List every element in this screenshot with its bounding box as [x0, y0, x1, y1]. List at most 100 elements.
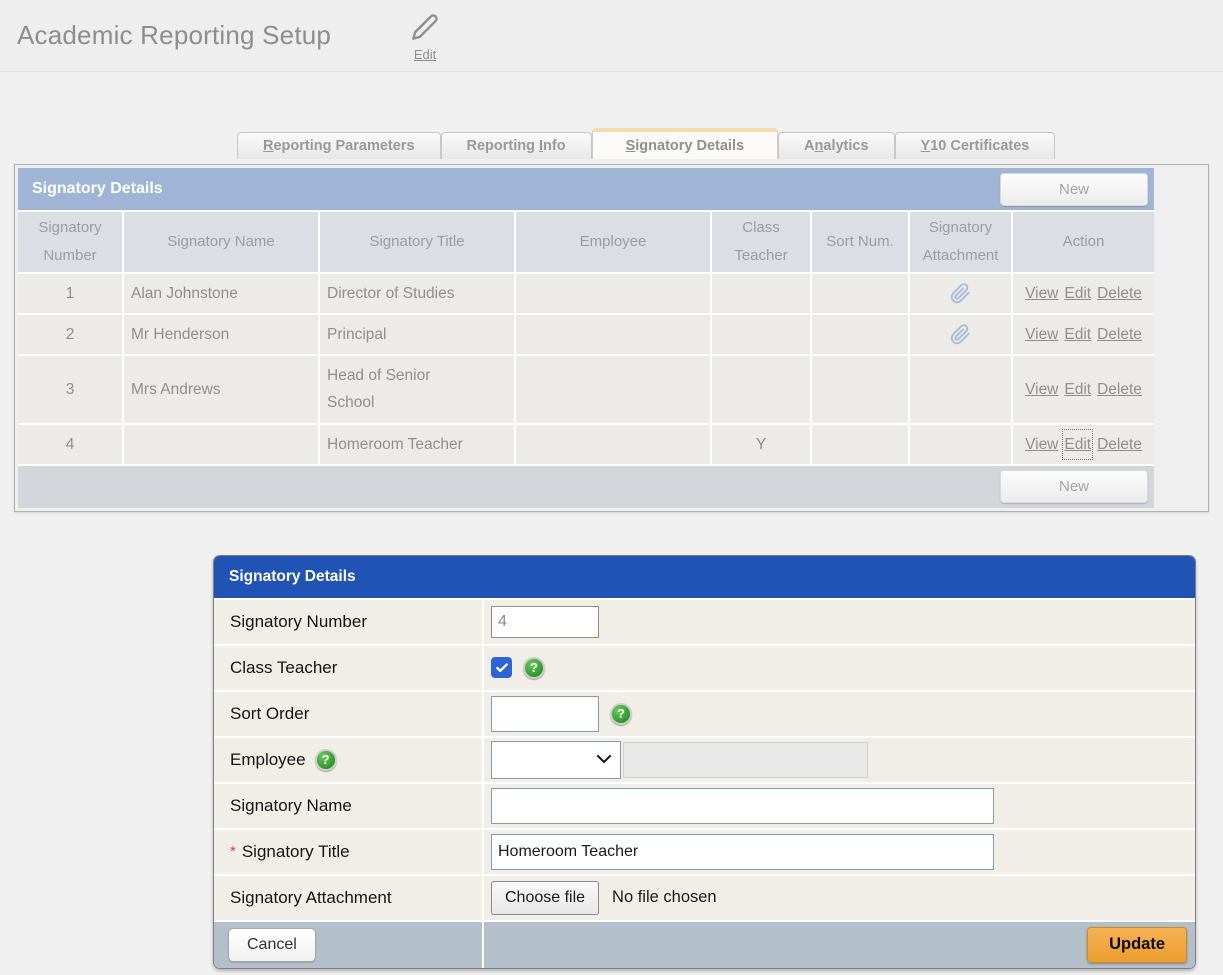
form-row-class-teacher: Class Teacher ? [214, 646, 1195, 690]
view-link[interactable]: View [1025, 431, 1058, 458]
new-button-top[interactable]: New [1000, 173, 1148, 206]
tab-reporting-parameters[interactable]: Reporting Parameters [237, 132, 441, 159]
field-label: Class Teacher [214, 646, 482, 690]
tab-bar: Reporting Parameters Reporting Info Sign… [237, 127, 1223, 159]
col-header-signatory-number: Signatory Number [18, 212, 122, 272]
col-header-signatory-name: Signatory Name [124, 212, 318, 272]
cell-signatory-title: Homeroom Teacher [320, 425, 514, 464]
signatory-details-panel: Signatory Details New Signatory Number S… [14, 164, 1209, 512]
cell-employee [516, 274, 710, 313]
cell-attachment [910, 425, 1011, 464]
view-link[interactable]: View [1025, 376, 1058, 403]
cell-actions: View Edit Delete [1013, 356, 1154, 422]
field-label: * Signatory Title [214, 830, 482, 874]
cell-signatory-number: 2 [18, 315, 122, 354]
view-link[interactable]: View [1025, 321, 1058, 348]
page-header: Academic Reporting Setup Edit [0, 0, 1223, 72]
cell-employee [516, 315, 710, 354]
help-icon[interactable]: ? [315, 749, 337, 771]
delete-link[interactable]: Delete [1097, 376, 1142, 403]
edit-link[interactable]: Edit [1064, 280, 1091, 307]
signatory-number-input[interactable] [491, 606, 599, 638]
chevron-down-icon [597, 755, 611, 764]
edit-link-focused[interactable]: Edit [1064, 431, 1091, 458]
field-label: Signatory Number [214, 600, 482, 644]
help-icon[interactable]: ? [610, 703, 632, 725]
cell-signatory-title: Director of Studies [320, 274, 514, 313]
form-footer: Cancel Update [214, 922, 1195, 968]
cancel-button[interactable]: Cancel [228, 928, 316, 962]
delete-link[interactable]: Delete [1097, 280, 1142, 307]
cell-signatory-name: Alan Johnstone [124, 274, 318, 313]
cell-employee [516, 425, 710, 464]
cell-signatory-name: Mrs Andrews [124, 356, 318, 422]
signatory-table: Signatory Number Signatory Name Signator… [18, 212, 1154, 464]
cell-signatory-name: Mr Henderson [124, 315, 318, 354]
cell-attachment [910, 274, 1011, 313]
field-label: Sort Order [214, 692, 482, 736]
update-button[interactable]: Update [1087, 927, 1187, 963]
cell-class-teacher [712, 315, 810, 354]
sort-order-input[interactable] [491, 696, 599, 732]
cell-employee [516, 356, 710, 422]
tab-y10-certificates[interactable]: Y10 Certificates [895, 132, 1056, 159]
edit-link[interactable]: Edit [1064, 376, 1091, 403]
cell-signatory-number: 1 [18, 274, 122, 313]
signatory-title-input[interactable] [491, 834, 994, 870]
cell-signatory-name [124, 425, 318, 464]
cell-attachment [910, 315, 1011, 354]
field-label: Signatory Name [214, 784, 482, 828]
col-header-class-teacher: Class Teacher [712, 212, 810, 272]
tab-reporting-info[interactable]: Reporting Info [441, 132, 592, 159]
cell-signatory-number: 4 [18, 425, 122, 464]
form-row-sort-order: Sort Order ? [214, 692, 1195, 736]
class-teacher-checkbox[interactable] [491, 657, 512, 678]
form-row-signatory-name: Signatory Name [214, 784, 1195, 828]
tab-analytics[interactable]: Analytics [778, 132, 895, 159]
employee-name-display [623, 742, 868, 778]
cell-sort-num [812, 274, 908, 313]
new-button-bottom[interactable]: New [1000, 470, 1148, 503]
form-title: Signatory Details [229, 568, 356, 586]
cell-sort-num [812, 356, 908, 422]
edit-link-label[interactable]: Edit [414, 47, 436, 62]
form-row-signatory-number: Signatory Number [214, 600, 1195, 644]
paperclip-icon[interactable] [950, 324, 971, 345]
cell-actions: View Edit Delete [1013, 274, 1154, 313]
table-title-bar: Signatory Details New [18, 168, 1154, 210]
cell-class-teacher [712, 274, 810, 313]
cell-signatory-title: Principal [320, 315, 514, 354]
choose-file-button[interactable]: Choose file [491, 881, 599, 915]
cell-signatory-number: 3 [18, 356, 122, 422]
paperclip-icon[interactable] [950, 283, 971, 304]
cell-attachment [910, 356, 1011, 422]
cell-signatory-title: Head of Senior School [320, 356, 514, 422]
field-label: Employee ? [214, 738, 482, 782]
form-row-signatory-attachment: Signatory Attachment Choose file No file… [214, 876, 1195, 920]
col-header-employee: Employee [516, 212, 710, 272]
page-title: Academic Reporting Setup [17, 20, 331, 51]
signatory-name-input[interactable] [491, 788, 994, 824]
col-header-signatory-attachment: Signatory Attachment [910, 212, 1011, 272]
cell-sort-num [812, 425, 908, 464]
edit-control[interactable]: Edit [411, 13, 439, 62]
form-row-signatory-title: * Signatory Title [214, 830, 1195, 874]
tab-signatory-details[interactable]: Signatory Details [592, 128, 778, 159]
col-header-action: Action [1013, 212, 1154, 272]
pencil-edit-icon [411, 13, 439, 46]
cell-sort-num [812, 315, 908, 354]
help-icon[interactable]: ? [523, 657, 545, 679]
cell-actions: View Edit Delete [1013, 425, 1154, 464]
employee-select[interactable] [491, 741, 621, 779]
field-label: Signatory Attachment [214, 876, 482, 920]
delete-link[interactable]: Delete [1097, 321, 1142, 348]
edit-link[interactable]: Edit [1064, 321, 1091, 348]
delete-link[interactable]: Delete [1097, 431, 1142, 458]
cell-class-teacher [712, 356, 810, 422]
form-row-employee: Employee ? [214, 738, 1195, 782]
cell-class-teacher: Y [712, 425, 810, 464]
required-asterisk: * [230, 843, 236, 860]
table-footer-bar: New [18, 466, 1154, 508]
view-link[interactable]: View [1025, 280, 1058, 307]
cell-actions: View Edit Delete [1013, 315, 1154, 354]
